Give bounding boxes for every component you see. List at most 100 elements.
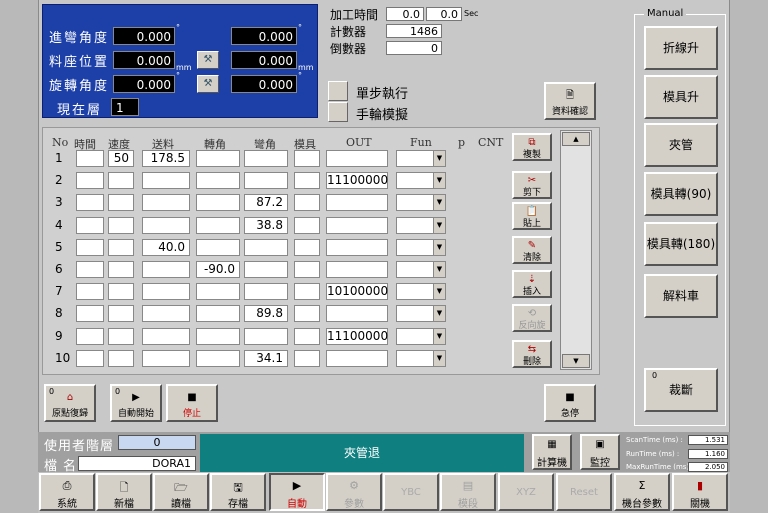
fun-select[interactable]: ▼ [396, 150, 446, 167]
out-cell[interactable]: 10100000 [326, 283, 388, 301]
menu-auto-button[interactable]: ▶ 自動 [269, 473, 325, 511]
speed-cell[interactable] [108, 349, 134, 367]
rotate-cell[interactable] [196, 216, 240, 234]
unload-car-button[interactable]: 解料車 [644, 274, 718, 318]
bend-cell[interactable] [244, 150, 288, 167]
chevron-down-icon[interactable]: ▼ [433, 173, 445, 189]
time-cell[interactable] [76, 216, 104, 234]
feed-cell[interactable] [142, 349, 190, 367]
menu-open-file-button[interactable]: 🗁 讀檔 [153, 473, 209, 511]
speed-cell[interactable]: 50 [108, 150, 134, 167]
bend-cell[interactable] [244, 283, 288, 301]
fun-select[interactable]: ▼ [396, 261, 446, 278]
speed-cell[interactable] [108, 172, 134, 190]
fun-select[interactable]: ▼ [396, 305, 446, 323]
table-scrollbar[interactable]: ▲ ▼ [560, 130, 592, 370]
chevron-down-icon[interactable]: ▼ [433, 350, 445, 366]
speed-cell[interactable] [108, 216, 134, 234]
feed-cell[interactable] [142, 305, 190, 323]
out-cell[interactable] [326, 194, 388, 212]
rotate-set-button[interactable]: ⚒ [197, 75, 219, 93]
clear-button[interactable]: ✎ 清除 [512, 236, 552, 264]
time-cell[interactable] [76, 172, 104, 190]
bend-cell[interactable] [244, 261, 288, 278]
out-cell[interactable] [326, 238, 388, 256]
stop-button[interactable]: ■ 停止 [166, 384, 218, 422]
die-rotate-180-button[interactable]: 模具轉(180) [644, 222, 718, 266]
feed-cell[interactable] [142, 172, 190, 190]
die-up-button[interactable]: 模具升 [644, 75, 718, 119]
time-cell[interactable] [76, 283, 104, 301]
rotate-cell[interactable] [196, 305, 240, 323]
menu-reset-button[interactable]: Reset [556, 473, 612, 511]
menu-machine-params-button[interactable]: Σ 機台參數 [614, 473, 670, 511]
die-cell[interactable] [294, 238, 320, 256]
rotate-cell[interactable] [196, 238, 240, 256]
calculator-button[interactable]: ▦ 計算機 [532, 434, 572, 470]
bend-cell[interactable]: 38.8 [244, 216, 288, 234]
fun-select[interactable]: ▼ [396, 172, 446, 190]
feed-cell[interactable]: 178.5 [142, 150, 190, 167]
speed-cell[interactable] [108, 194, 134, 212]
die-cell[interactable] [294, 194, 320, 212]
out-cell[interactable]: 11100000 [326, 327, 388, 345]
die-cell[interactable] [294, 261, 320, 278]
clamp-tube-button[interactable]: 夾管 [644, 123, 718, 167]
chevron-down-icon[interactable]: ▼ [433, 262, 445, 277]
out-cell[interactable] [326, 216, 388, 234]
home-return-button[interactable]: 0 ⌂ 原點復歸 [44, 384, 96, 422]
die-cell[interactable] [294, 150, 320, 167]
feed-cell[interactable]: 40.0 [142, 238, 190, 256]
bend-cell[interactable] [244, 327, 288, 345]
rotate-cell[interactable] [196, 194, 240, 212]
handwheel-sim-toggle[interactable] [328, 102, 348, 122]
bend-cell[interactable]: 87.2 [244, 194, 288, 212]
menu-save-file-button[interactable]: 🖫 存檔 [210, 473, 266, 511]
scroll-up-icon[interactable]: ▲ [562, 132, 590, 146]
data-confirm-button[interactable]: 🗎 資料確認 [544, 82, 596, 120]
rotate-cell[interactable] [196, 349, 240, 367]
step-exec-toggle[interactable] [328, 81, 348, 101]
feed-cell[interactable] [142, 283, 190, 301]
cut-off-button[interactable]: 0 裁斷 [644, 368, 718, 412]
speed-cell[interactable] [108, 283, 134, 301]
speed-cell[interactable] [108, 305, 134, 323]
menu-system-button[interactable]: ⎙ 系統 [39, 473, 95, 511]
menu-params-button[interactable]: ⚙ 參數 [326, 473, 382, 511]
bend-cell[interactable] [244, 238, 288, 256]
feed-cell[interactable] [142, 194, 190, 212]
fun-select[interactable]: ▼ [396, 216, 446, 234]
time-cell[interactable] [76, 349, 104, 367]
chevron-down-icon[interactable]: ▼ [433, 217, 445, 233]
chevron-down-icon[interactable]: ▼ [433, 239, 445, 255]
fun-select[interactable]: ▼ [396, 238, 446, 256]
out-cell[interactable] [326, 150, 388, 167]
speed-cell[interactable] [108, 238, 134, 256]
menu-die-segment-button[interactable]: ▤ 模段 [440, 473, 496, 511]
fun-select[interactable]: ▼ [396, 349, 446, 367]
bend-cell[interactable]: 89.8 [244, 305, 288, 323]
auto-start-button[interactable]: 0 ▶ 自動開始 [110, 384, 162, 422]
rotate-cell[interactable] [196, 283, 240, 301]
rotate-cell[interactable] [196, 327, 240, 345]
monitor-button[interactable]: ▣ 監控 [580, 434, 620, 470]
bend-cell[interactable]: 34.1 [244, 349, 288, 367]
die-cell[interactable] [294, 283, 320, 301]
fold-line-up-button[interactable]: 折線升 [644, 26, 718, 70]
feed-cell[interactable] [142, 261, 190, 278]
die-cell[interactable] [294, 216, 320, 234]
fun-select[interactable]: ▼ [396, 327, 446, 345]
speed-cell[interactable] [108, 261, 134, 278]
chevron-down-icon[interactable]: ▼ [433, 151, 445, 166]
rotate-cell[interactable] [196, 172, 240, 190]
out-cell[interactable] [326, 305, 388, 323]
menu-ybc-button[interactable]: YBC [383, 473, 439, 511]
scroll-down-icon[interactable]: ▼ [562, 354, 590, 368]
out-cell[interactable] [326, 261, 388, 278]
chevron-down-icon[interactable]: ▼ [433, 284, 445, 300]
chevron-down-icon[interactable]: ▼ [433, 328, 445, 344]
menu-new-file-button[interactable]: 🗋 新檔 [96, 473, 152, 511]
feed-cell[interactable] [142, 327, 190, 345]
die-cell[interactable] [294, 327, 320, 345]
time-cell[interactable] [76, 305, 104, 323]
